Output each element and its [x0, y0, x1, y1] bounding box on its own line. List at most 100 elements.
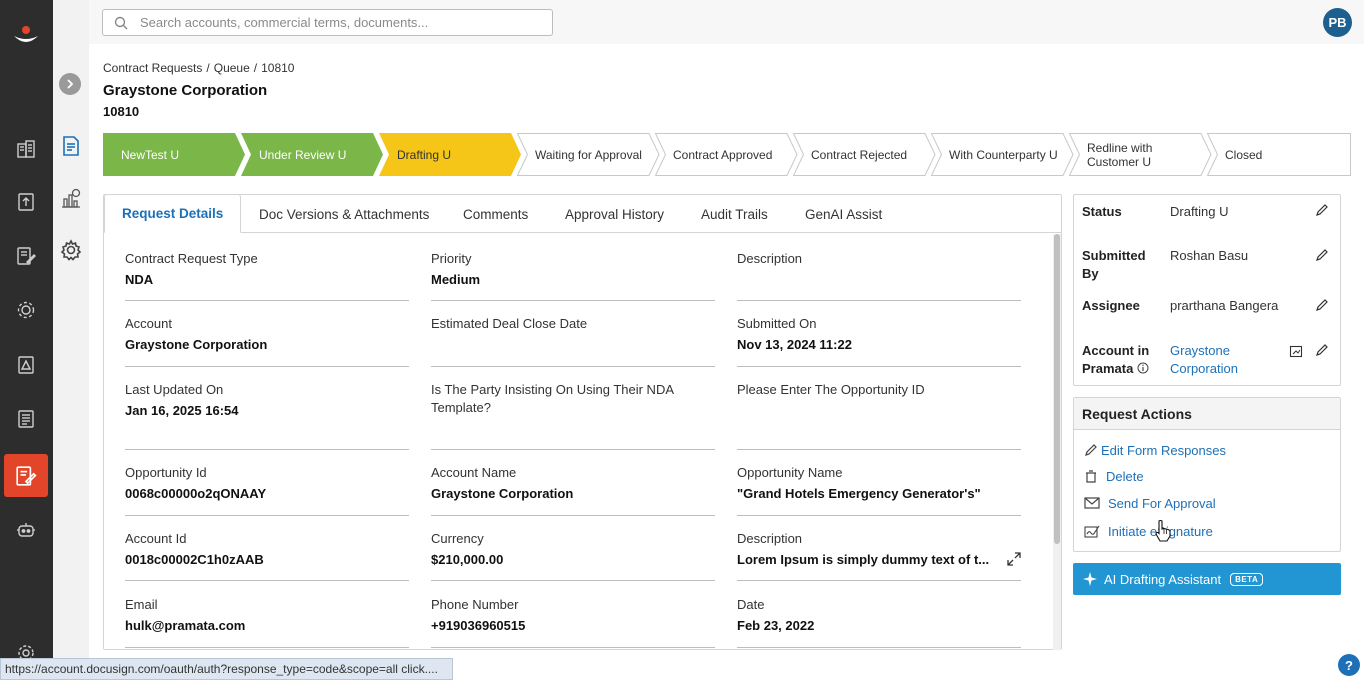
- tab-request-details[interactable]: Request Details: [104, 194, 242, 233]
- stage-under-review[interactable]: Under Review U: [241, 133, 384, 176]
- edit-status-pencil-icon[interactable]: [1315, 203, 1329, 217]
- app-logo[interactable]: [12, 24, 40, 46]
- stage-label: Redline with Customer U: [1087, 140, 1153, 169]
- field-label: Account Name: [431, 465, 517, 480]
- field-label: Submitted On: [737, 316, 817, 331]
- tab-genai-assist[interactable]: GenAI Assist: [805, 195, 882, 233]
- expand-sidebar-button[interactable]: [59, 73, 81, 95]
- tab-approval-history[interactable]: Approval History: [565, 195, 664, 233]
- user-avatar[interactable]: PB: [1323, 8, 1352, 37]
- stage-ribbon: NewTest U Under Review U Drafting U Wait…: [103, 133, 1351, 176]
- stage-waiting-for-approval[interactable]: Waiting for Approval: [517, 133, 660, 176]
- edit-submitted-by-pencil-icon[interactable]: [1315, 248, 1329, 262]
- edit-account-pencil-icon[interactable]: [1315, 343, 1329, 357]
- settings-network-icon[interactable]: [14, 298, 38, 322]
- field-last-updated-on: Last Updated On Jan 16, 2025 16:54: [125, 381, 409, 450]
- field-value: Lorem Ipsum is simply dummy text of t...: [737, 552, 990, 567]
- field-contract-request-type: Contract Request Type NDA: [125, 250, 409, 301]
- expand-text-icon[interactable]: [1007, 552, 1021, 566]
- delete-action[interactable]: Delete: [1084, 466, 1144, 486]
- help-button[interactable]: ?: [1338, 654, 1360, 676]
- assignee-label: Assignee: [1082, 298, 1140, 313]
- stage-label: Drafting U: [397, 147, 452, 162]
- request-id: 10810: [103, 104, 140, 119]
- field-label: Email: [125, 597, 158, 612]
- panel-scrollbar[interactable]: [1053, 234, 1061, 650]
- ai-drafting-assistant-button[interactable]: AI Drafting Assistant BETA: [1073, 563, 1341, 595]
- field-description: Description: [737, 250, 1021, 301]
- document-list-icon[interactable]: [14, 407, 38, 431]
- top-bar: PB: [89, 0, 1364, 44]
- stage-label: Contract Rejected: [811, 147, 908, 162]
- field-label: Opportunity Name: [737, 465, 843, 480]
- field-label: Description: [737, 531, 803, 546]
- report-chart-icon[interactable]: [60, 187, 82, 209]
- robot-icon[interactable]: [14, 518, 38, 542]
- signature-icon: [1084, 525, 1100, 538]
- tab-comments[interactable]: Comments: [463, 195, 528, 233]
- stage-newtest[interactable]: NewTest U: [103, 133, 246, 176]
- upload-document-icon[interactable]: [14, 190, 38, 214]
- stage-with-counterparty[interactable]: With Counterparty U: [931, 133, 1074, 176]
- account-in-pramata-link[interactable]: Graystone Corporation: [1170, 342, 1250, 378]
- field-value: NDA: [125, 272, 154, 287]
- open-account-icon[interactable]: [1289, 344, 1303, 358]
- stage-contract-approved[interactable]: Contract Approved: [655, 133, 798, 176]
- stage-redline-with-customer[interactable]: Redline with Customer U: [1069, 133, 1212, 176]
- edit-form-responses-action[interactable]: Edit Form Responses: [1084, 440, 1226, 460]
- field-label: Last Updated On: [125, 382, 224, 397]
- assignee-value: prarthana Bangera: [1170, 298, 1279, 313]
- ai-button-label: AI Drafting Assistant: [1104, 571, 1222, 587]
- field-description-2: Description Lorem Ipsum is simply dummy t…: [737, 530, 1021, 581]
- warning-document-icon[interactable]: [14, 353, 38, 377]
- request-document-icon[interactable]: [60, 135, 82, 157]
- field-value: 0068c00000o2qONAAY: [125, 486, 267, 501]
- page-title: Graystone Corporation: [103, 82, 268, 99]
- action-label: Delete: [1106, 468, 1144, 484]
- stage-drafting[interactable]: Drafting U: [379, 133, 522, 176]
- pencil-icon: [1085, 444, 1097, 456]
- breadcrumb-contract-requests[interactable]: Contract Requests: [103, 61, 202, 75]
- field-value: Graystone Corporation: [125, 337, 268, 352]
- field-value: hulk@pramata.com: [125, 618, 246, 633]
- settings-gear-icon[interactable]: [60, 239, 82, 261]
- tab-audit-trails[interactable]: Audit Trails: [701, 195, 768, 233]
- search-icon: [114, 16, 128, 29]
- global-search[interactable]: [102, 9, 553, 36]
- breadcrumb-queue[interactable]: Queue: [214, 61, 250, 75]
- trash-icon: [1086, 470, 1096, 483]
- field-submitted-on: Submitted On Nov 13, 2024 11:22: [737, 315, 1021, 367]
- edit-assignee-pencil-icon[interactable]: [1315, 298, 1329, 312]
- contract-edit-icon: [16, 465, 37, 486]
- stage-label: Waiting for Approval: [535, 147, 642, 162]
- account-in-pramata-label-wrap: Account in Pramata: [1082, 342, 1158, 378]
- field-value: Feb 23, 2022: [737, 618, 815, 633]
- info-icon[interactable]: [1137, 362, 1149, 374]
- field-label: Description: [737, 251, 803, 266]
- field-email: Email hulk@pramata.com: [125, 596, 409, 648]
- field-account: Account Graystone Corporation: [125, 315, 409, 367]
- scrollbar-thumb[interactable]: [1054, 234, 1060, 544]
- field-label: Contract Request Type: [125, 251, 258, 266]
- buildings-icon[interactable]: [14, 137, 38, 161]
- initiate-esignature-action[interactable]: Initiate eSignature: [1084, 521, 1213, 541]
- stage-contract-rejected[interactable]: Contract Rejected: [793, 133, 936, 176]
- send-for-approval-action[interactable]: Send For Approval: [1084, 493, 1216, 513]
- stage-closed[interactable]: Closed: [1207, 133, 1351, 176]
- stage-label: With Counterparty U: [949, 147, 1058, 162]
- breadcrumb-current: 10810: [261, 61, 295, 75]
- tab-doc-versions[interactable]: Doc Versions & Attachments: [259, 195, 429, 233]
- field-value: +919036960515: [431, 618, 526, 633]
- edit-document-icon[interactable]: [14, 244, 38, 268]
- field-value: Graystone Corporation: [431, 486, 574, 501]
- field-label: Currency: [431, 531, 484, 546]
- field-label: Priority: [431, 251, 472, 266]
- request-actions-title: Request Actions: [1074, 398, 1340, 430]
- field-value: Nov 13, 2024 11:22: [737, 337, 852, 352]
- field-value: 0018c00002C1h0zAAB: [125, 552, 264, 567]
- beta-badge: BETA: [1230, 572, 1264, 586]
- field-label: Phone Number: [431, 597, 519, 612]
- search-input[interactable]: [140, 15, 540, 30]
- contract-requests-nav-item[interactable]: [4, 454, 48, 497]
- status-value: Drafting U: [1170, 204, 1229, 219]
